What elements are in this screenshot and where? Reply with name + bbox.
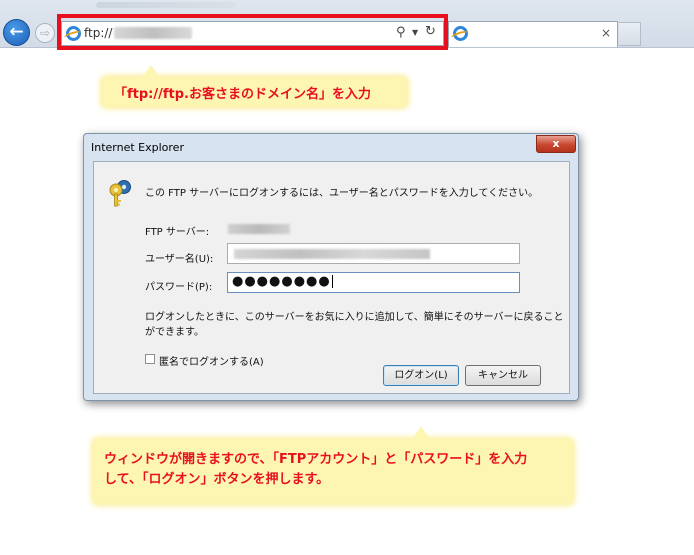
ie-tab-icon xyxy=(453,26,468,41)
cancel-button[interactable]: キャンセル xyxy=(465,365,541,386)
callout-login-instructions: ウィンドウが開きますので、「FTPアカウント」と「パスワード」を入力 して、「ロ… xyxy=(94,426,572,503)
username-field[interactable] xyxy=(227,243,520,264)
username-label: ユーザー名(U): xyxy=(145,254,214,265)
new-tab-button[interactable] xyxy=(619,22,641,46)
close-tab-icon[interactable]: × xyxy=(601,26,611,40)
faded-tab-strip xyxy=(96,2,236,8)
forward-arrow-icon: ⇨ xyxy=(39,26,51,40)
password-value: ●●●●●●●● xyxy=(232,274,333,289)
password-field[interactable]: ●●●●●●●● xyxy=(227,272,520,293)
address-highlight-box xyxy=(57,14,448,50)
back-button[interactable]: ← xyxy=(3,19,30,46)
ftp-server-label: FTP サーバー: xyxy=(145,227,210,238)
dialog-title: Internet Explorer xyxy=(91,141,184,154)
browser-tab[interactable]: × xyxy=(448,21,618,47)
ftp-server-value-blurred xyxy=(228,224,290,234)
callout-enter-address-text: 「ftp://ftp.お客さまのドメイン名」を入力 xyxy=(114,87,371,102)
username-value-blurred xyxy=(234,249,430,259)
logon-button[interactable]: ログオン(L) xyxy=(383,365,459,386)
dialog-close-button[interactable]: x xyxy=(536,135,576,153)
favorites-note: ログオンしたときに、このサーバーをお気に入りに追加して、簡単にそのサーバーに戻る… xyxy=(145,312,564,338)
dialog-body: この FTP サーバーにログオンするには、ユーザー名とパスワードを入力してくださ… xyxy=(93,161,570,394)
anonymous-label[interactable]: 匿名でログオンする(A) xyxy=(159,353,264,368)
anonymous-checkbox[interactable] xyxy=(145,354,155,364)
callout-enter-address: 「ftp://ftp.お客さまのドメイン名」を入力 xyxy=(103,65,406,106)
callout-login-line2: して、「ログオン」ボタンを押します。 xyxy=(104,472,330,487)
dialog-message: この FTP サーバーにログオンするには、ユーザー名とパスワードを入力してくださ… xyxy=(145,188,539,199)
back-arrow-icon: ← xyxy=(9,22,24,42)
callout-login-line1: ウィンドウが開きますので、「FTPアカウント」と「パスワード」を入力 xyxy=(104,452,528,467)
ftp-login-dialog: Internet Explorer x この FTP サーバーにログオンするには… xyxy=(83,133,579,401)
key-icon xyxy=(109,180,131,207)
password-label: パスワード(P): xyxy=(145,282,213,293)
forward-button[interactable]: ⇨ xyxy=(35,23,55,43)
